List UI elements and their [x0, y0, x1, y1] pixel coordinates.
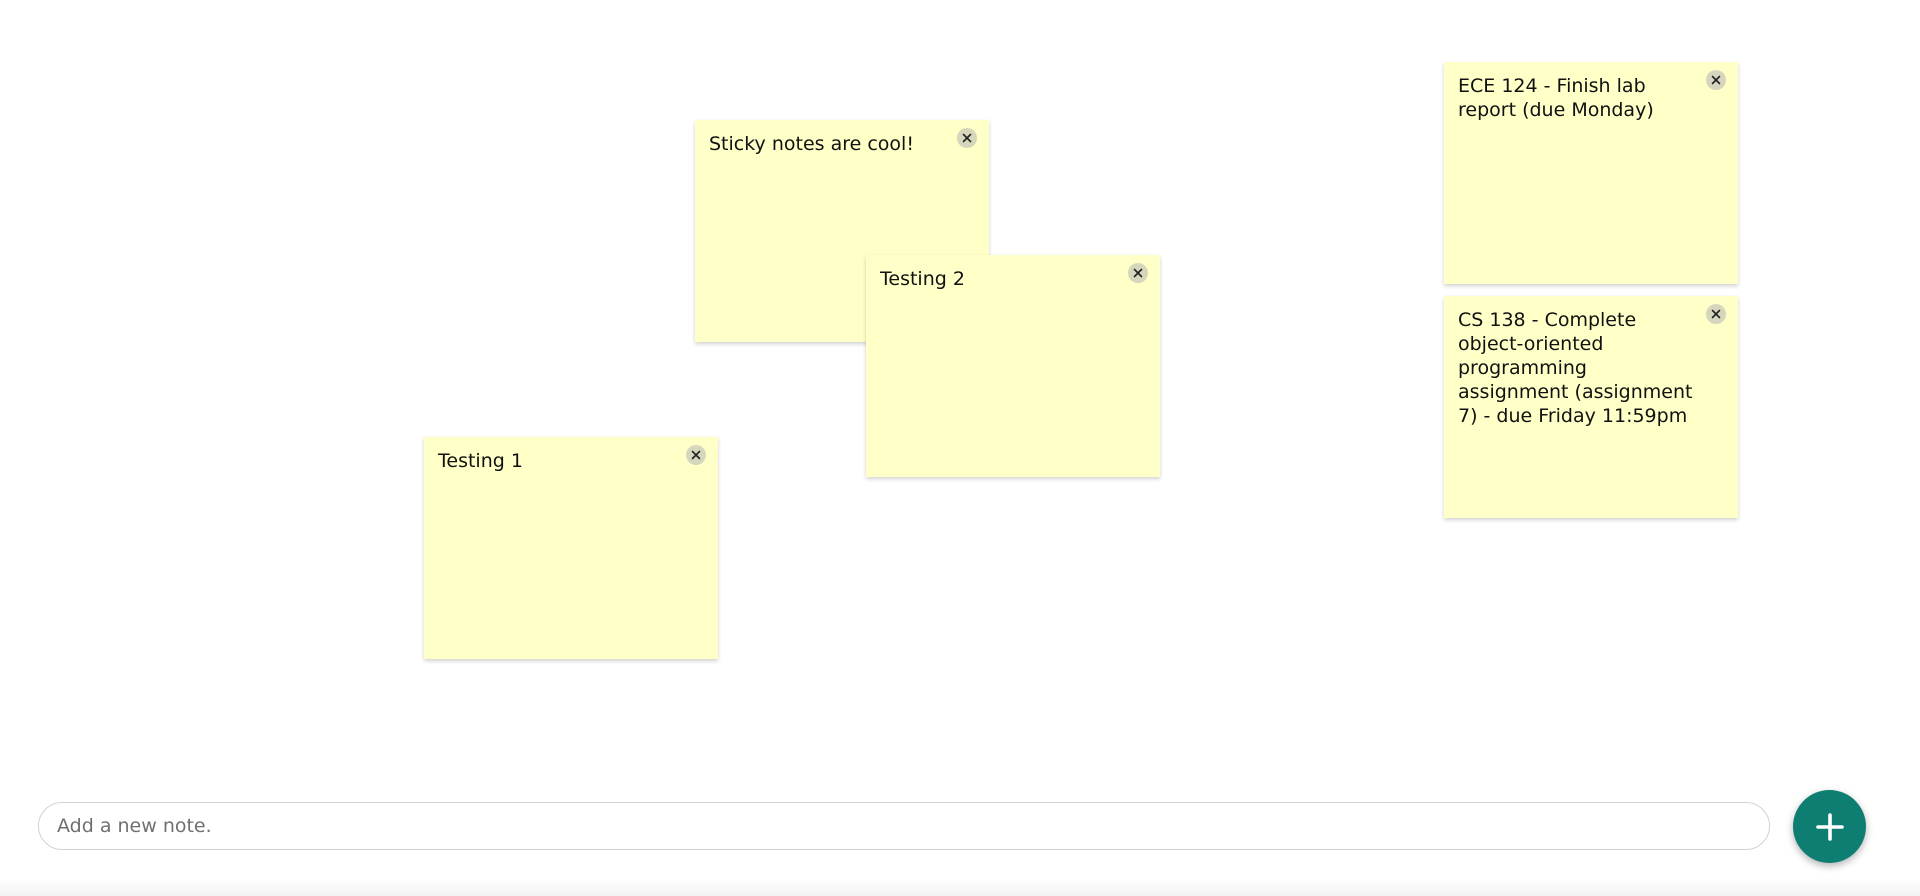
sticky-note[interactable]: ECE 124 - Finish lab report (due Monday)	[1444, 62, 1738, 284]
delete-note-button[interactable]	[1706, 304, 1726, 324]
delete-note-button[interactable]	[686, 445, 706, 465]
close-icon	[1133, 268, 1143, 278]
delete-note-button[interactable]	[1128, 263, 1148, 283]
close-icon	[962, 133, 972, 143]
bottom-shadow	[0, 878, 1920, 896]
close-icon	[691, 450, 701, 460]
sticky-note[interactable]: Testing 2	[866, 255, 1160, 477]
notes-board: Sticky notes are cool! Testing 2 Testing…	[0, 0, 1920, 896]
note-text[interactable]: ECE 124 - Finish lab report (due Monday)	[1458, 74, 1694, 122]
sticky-note[interactable]: CS 138 - Complete object-oriented progra…	[1444, 296, 1738, 518]
note-text[interactable]: Testing 1	[438, 449, 674, 473]
note-text[interactable]: CS 138 - Complete object-oriented progra…	[1458, 308, 1694, 428]
close-icon	[1711, 309, 1721, 319]
close-icon	[1711, 75, 1721, 85]
sticky-note[interactable]: Testing 1	[424, 437, 718, 659]
note-text[interactable]: Sticky notes are cool!	[709, 132, 945, 156]
note-text[interactable]: Testing 2	[880, 267, 1116, 291]
add-note-button[interactable]	[1793, 790, 1866, 863]
delete-note-button[interactable]	[1706, 70, 1726, 90]
plus-icon	[1815, 812, 1844, 841]
new-note-input[interactable]	[38, 802, 1770, 850]
delete-note-button[interactable]	[957, 128, 977, 148]
